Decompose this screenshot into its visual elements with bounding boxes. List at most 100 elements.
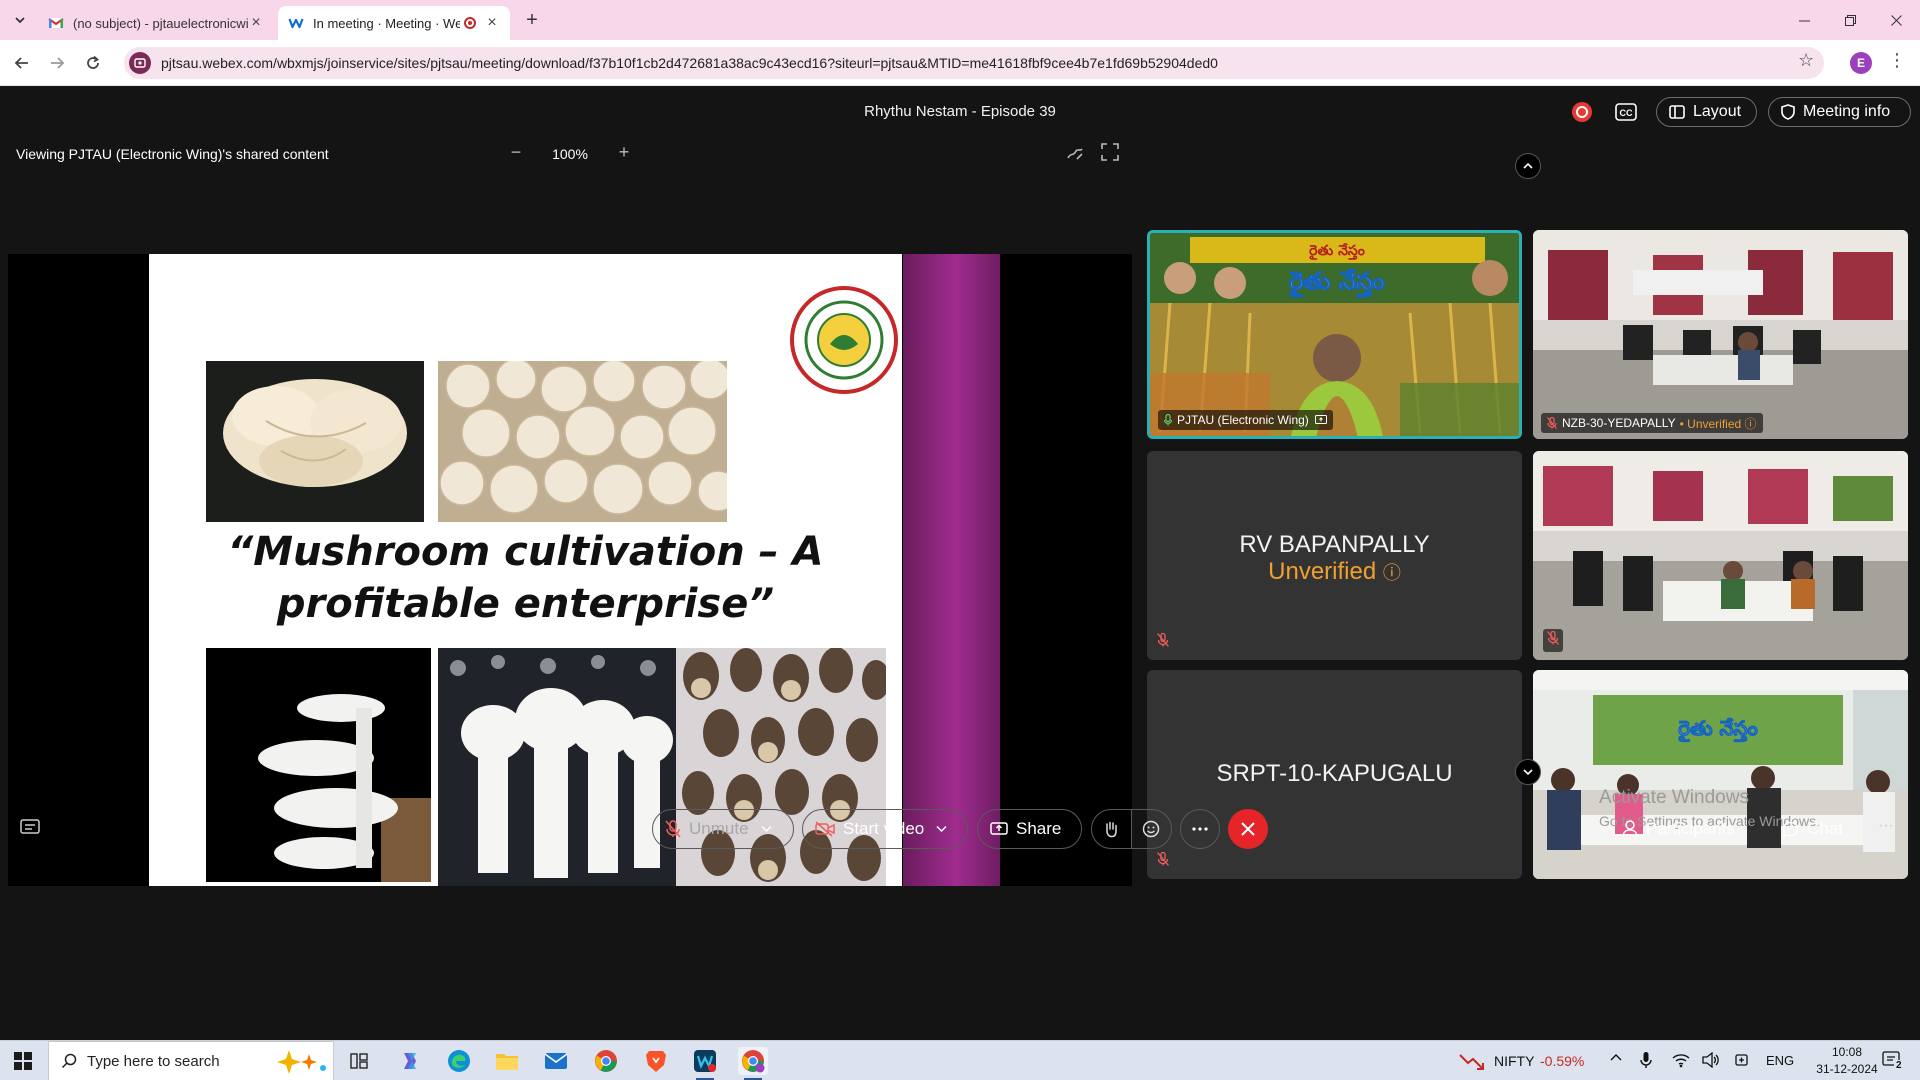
notification-count: 2 (1894, 1060, 1904, 1071)
restore-icon (1844, 14, 1856, 26)
zoom-in-button[interactable]: + (613, 141, 635, 163)
microphone-muted-icon (1157, 851, 1169, 871)
meeting-info-button[interactable]: Meeting info (1768, 97, 1911, 127)
emoji-icon (1143, 820, 1160, 838)
layout-icon (1669, 105, 1685, 119)
participant-name: SRPT-10-KAPUGALU (1216, 760, 1453, 787)
reload-button[interactable] (80, 50, 106, 76)
participant-tile-classroom[interactable] (1533, 451, 1908, 660)
tab-title: In meeting · Meeting · Webe (313, 15, 460, 31)
taskbar-search-box[interactable]: Type here to search (48, 1041, 334, 1080)
university-seal-logo (790, 286, 898, 394)
webex-app-icon[interactable] (690, 1047, 720, 1080)
edge-browser-icon[interactable] (444, 1047, 474, 1075)
reactions-button[interactable] (1132, 810, 1172, 848)
scroll-up-button[interactable] (1515, 153, 1541, 179)
file-explorer-icon[interactable] (492, 1047, 522, 1075)
chat-button[interactable]: Chat (1782, 817, 1843, 841)
participant-tile-studio[interactable]: రైతు నేస్తం (1533, 670, 1908, 879)
raise-hand-icon (1106, 821, 1117, 838)
restore-button[interactable] (1828, 6, 1872, 34)
chevron-up-icon[interactable] (1610, 1051, 1622, 1067)
participant-tile-pjtau[interactable]: రైతు నేస్తం రైతు నేస్తం PJTAU (Electroni… (1147, 230, 1522, 439)
microphone-icon[interactable] (1640, 1051, 1652, 1072)
more-horizontal-icon (1192, 827, 1208, 831)
mail-icon[interactable] (541, 1047, 571, 1075)
profile-avatar[interactable]: E (1850, 52, 1872, 74)
oyster-mushroom-photo (206, 361, 424, 522)
site-info-icon[interactable] (129, 52, 151, 74)
shared-content-area: “Mushroom cultivation – A profitable ent… (8, 254, 1132, 886)
tab-gmail[interactable]: (no subject) - pjtauelectronicwi × (38, 6, 274, 40)
tab-webex-meeting[interactable]: In meeting · Meeting · Webe × (278, 6, 510, 40)
clock-time[interactable]: 10:08 (1816, 1045, 1878, 1059)
annotate-button[interactable] (1065, 143, 1085, 163)
bookmark-star-icon[interactable]: ☆ (1798, 50, 1814, 71)
unverified-badge: Unverified ⓘ (1268, 558, 1401, 585)
copilot-icon[interactable] (395, 1047, 425, 1075)
svg-text:CC: CC (1620, 108, 1633, 118)
share-button[interactable]: Share (977, 809, 1082, 849)
stock-chart-icon (1459, 1054, 1484, 1070)
meeting-info-label: Meeting info (1803, 103, 1891, 120)
start-video-button[interactable]: Start video (802, 809, 968, 849)
volume-icon[interactable] (1702, 1051, 1720, 1071)
fullscreen-button[interactable] (1101, 143, 1121, 163)
chrome-icon[interactable] (591, 1047, 621, 1075)
more-panels-icon[interactable]: ··· (1878, 817, 1894, 835)
windows-start-icon[interactable] (14, 1052, 32, 1070)
wifi-icon[interactable] (1672, 1052, 1690, 1071)
share-screen-icon (990, 822, 1008, 835)
microphone-icon (1164, 414, 1172, 426)
recording-icon (464, 17, 476, 29)
forward-button[interactable] (44, 50, 70, 76)
chevron-down-icon[interactable] (761, 825, 772, 833)
url-field[interactable]: pjtsau.webex.com/wbxmjs/joinservice/site… (124, 47, 1824, 79)
recording-indicator-icon[interactable] (1572, 102, 1592, 122)
arrow-right-icon (51, 57, 65, 69)
stock-name[interactable]: NIFTY (1494, 1053, 1534, 1069)
webex-icon (288, 18, 304, 29)
chevron-up-icon (1523, 162, 1533, 169)
chrome-profile-icon[interactable] (738, 1047, 768, 1080)
close-icon (1890, 14, 1902, 26)
address-bar: pjtsau.webex.com/wbxmjs/joinservice/site… (0, 40, 1920, 86)
slide-side-band (903, 254, 1000, 886)
participant-tile-rv-bapanpally[interactable]: RV BAPANPALLY Unverified ⓘ (1147, 451, 1522, 660)
language-indicator[interactable]: ENG (1766, 1053, 1794, 1068)
layout-button[interactable]: Layout (1656, 97, 1757, 127)
closed-captions-button[interactable]: CC (1614, 101, 1638, 123)
captions-toggle-button[interactable] (20, 819, 42, 839)
unmute-button[interactable]: Unmute (652, 809, 794, 849)
browser-menu-icon[interactable]: ⋮ (1888, 50, 1906, 71)
microphone-muted-icon (665, 820, 681, 838)
stock-change: -0.59% (1540, 1053, 1585, 1069)
tab-search-button[interactable] (8, 8, 32, 32)
close-window-button[interactable] (1874, 6, 1918, 34)
participant-name-label: PJTAU (Electronic Wing) (1158, 410, 1333, 430)
close-tab-icon[interactable]: × (248, 14, 264, 32)
participant-tile-nzb-yedapally[interactable]: NZB-30-YEDAPALLY • Unverified ⓘ (1533, 230, 1908, 439)
close-tab-icon[interactable]: × (484, 14, 500, 32)
notifications-button[interactable]: 2 (1882, 1050, 1904, 1073)
search-icon (61, 1053, 77, 1069)
shield-icon (1781, 104, 1795, 120)
minimize-button[interactable] (1782, 6, 1826, 34)
more-options-button[interactable] (1180, 809, 1220, 849)
chevron-down-icon[interactable] (936, 825, 947, 833)
brave-browser-icon[interactable] (641, 1047, 671, 1075)
battery-sync-icon[interactable] (1734, 1052, 1750, 1071)
raise-hand-button[interactable] (1092, 810, 1132, 848)
reload-icon (87, 55, 100, 69)
participants-button[interactable]: Participants (1622, 817, 1735, 841)
new-tab-button[interactable]: + (520, 8, 544, 32)
task-view-icon[interactable] (344, 1047, 374, 1075)
back-button[interactable] (9, 50, 35, 76)
zoom-out-button[interactable]: − (505, 141, 527, 163)
svg-text:రైతు నేస్తం: రైతు నేస్తం (1309, 243, 1365, 260)
participant-video (1533, 230, 1908, 439)
microphone-muted-icon (1157, 632, 1169, 652)
scroll-down-button[interactable] (1515, 759, 1541, 785)
clock-date[interactable]: 31-12-2024 (1816, 1062, 1878, 1076)
leave-meeting-button[interactable] (1228, 809, 1268, 849)
